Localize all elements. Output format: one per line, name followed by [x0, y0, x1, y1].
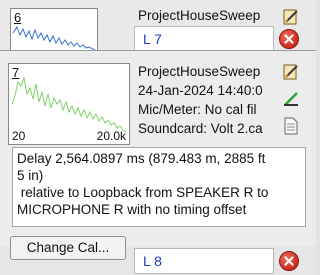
delay-line: Delay 2,564.0897 ms (879.483 m, 2885 ft [17, 151, 266, 166]
measurement-date: 24-Jan-2024 14:40:0 [138, 83, 263, 98]
delay-line: relative to Loopback from SPEAKER R to [17, 185, 269, 200]
measurement-thumbnail[interactable]: 7 20 20.0k [8, 63, 130, 145]
measurement-item-top[interactable]: 6 ProjectHouseSweep L 7 [0, 0, 316, 52]
delay-info-box: Delay 2,564.0897 ms (879.483 m, 2885 ft … [12, 147, 306, 227]
delay-line: MICROPHONE R with no timing offset [17, 202, 247, 217]
delete-icon[interactable] [279, 251, 299, 271]
measurement-title: ProjectHouseSweep [138, 64, 261, 79]
measurement-name-input[interactable]: L 8 [134, 248, 274, 274]
measurements-panel: 6 ProjectHouseSweep L 7 7 20 20.0k Proje… [0, 0, 316, 275]
delay-line: 5 in) [17, 168, 44, 183]
line-color-icon[interactable] [282, 89, 300, 107]
delete-icon[interactable] [279, 29, 299, 49]
measurement-item-selected[interactable]: 7 20 20.0k ProjectHouseSweep 24-Jan-2024… [0, 50, 316, 247]
measurement-title: ProjectHouseSweep [138, 8, 261, 23]
x-axis-max-label: 20.0k [96, 129, 126, 143]
x-axis-min-label: 20 [12, 129, 26, 143]
blue-trace [12, 25, 96, 51]
measurement-thumbnail-top[interactable]: 6 [10, 8, 98, 51]
soundcard-info: Soundcard: Volt 2.ca [138, 121, 263, 136]
mic-meter-info: Mic/Meter: No cal fil [138, 102, 257, 117]
notes-icon[interactable] [282, 117, 300, 135]
edit-icon[interactable] [282, 63, 300, 81]
edit-icon[interactable] [282, 8, 300, 26]
measurement-name-input[interactable]: L 7 [134, 26, 274, 52]
change-cal-button[interactable]: Change Cal... [10, 236, 126, 260]
